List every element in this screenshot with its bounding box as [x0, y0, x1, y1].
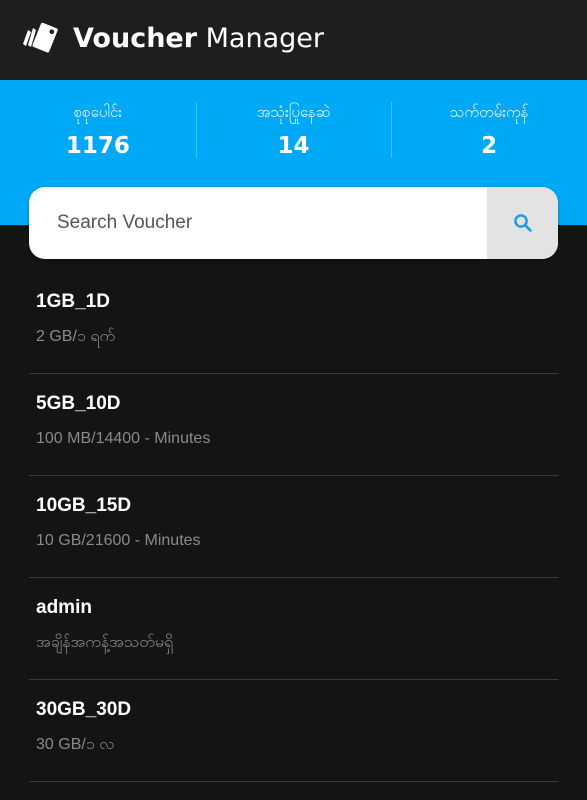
voucher-name: admin: [36, 597, 92, 618]
voucher-name: 5GB_10D: [36, 393, 121, 414]
stat-total[interactable]: စုစုပေါင်း 1176: [0, 80, 196, 186]
voucher-detail: 2 GB/၁ ရက်: [36, 328, 116, 345]
voucher-name: 1GB_1D: [36, 291, 110, 312]
voucher-list: 1GB_1D 2 GB/၁ ရက် 5GB_10D 100 MB/14400 -…: [29, 272, 558, 782]
voucher-detail: 100 MB/14400 - Minutes: [36, 430, 211, 447]
stats-row: စုစုပေါင်း 1176 အသုံးပြုနေဆဲ 14 သက်တမ်းက…: [0, 80, 587, 186]
app-title: Voucher Manager: [73, 22, 324, 56]
voucher-item[interactable]: 30GB_30D 30 GB/၁ လ: [29, 680, 558, 782]
stat-total-label: စုစုပေါင်း: [73, 103, 122, 121]
search-icon: [513, 214, 532, 232]
voucher-detail: အချိန်အကန့်အသတ်မရှိ: [36, 634, 174, 651]
vouchers-logo-icon: [23, 22, 58, 53]
search-button[interactable]: [487, 187, 558, 259]
stat-expired-value: 2: [481, 133, 498, 159]
voucher-detail: 30 GB/၁ လ: [36, 736, 115, 753]
app-title-light: Manager: [205, 23, 324, 54]
stat-in-use-value: 14: [277, 133, 310, 159]
app-title-bold: Voucher: [73, 23, 198, 54]
app-bar: Voucher Manager: [0, 0, 587, 80]
voucher-name: 30GB_30D: [36, 699, 132, 720]
voucher-item[interactable]: 5GB_10D 100 MB/14400 - Minutes: [29, 374, 558, 476]
voucher-item[interactable]: admin အချိန်အကန့်အသတ်မရှိ: [29, 578, 558, 680]
voucher-item[interactable]: 1GB_1D 2 GB/၁ ရက်: [29, 272, 558, 374]
stat-in-use-label: အသုံးပြုနေဆဲ: [256, 103, 331, 121]
stat-expired[interactable]: သက်တမ်းကုန် 2: [391, 80, 587, 186]
voucher-detail: 10 GB/21600 - Minutes: [36, 532, 201, 549]
voucher-item[interactable]: 10GB_15D 10 GB/21600 - Minutes: [29, 476, 558, 578]
voucher-name: 10GB_15D: [36, 495, 132, 516]
stat-expired-label: သက်တမ်းကုန်: [449, 103, 529, 121]
stat-total-value: 1176: [65, 133, 130, 159]
search-input[interactable]: [57, 187, 497, 259]
search-bar: [29, 187, 558, 259]
stat-in-use[interactable]: အသုံးပြုနေဆဲ 14: [195, 80, 392, 186]
